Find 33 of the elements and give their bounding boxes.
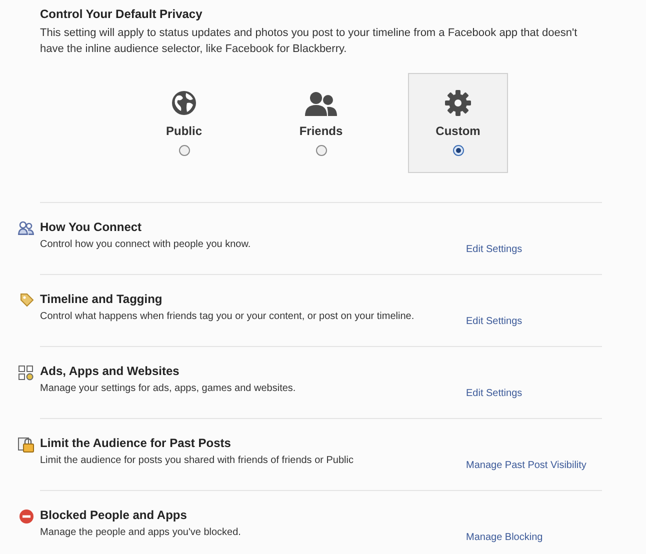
audience-option[interactable]: Public bbox=[134, 73, 234, 173]
section-heading: Timeline and Tagging bbox=[40, 292, 164, 307]
people-icon bbox=[305, 90, 337, 116]
settings-link[interactable]: Edit Settings bbox=[466, 316, 522, 327]
people-icon bbox=[18, 221, 34, 235]
option-label: Friends bbox=[299, 123, 343, 140]
radio-button[interactable] bbox=[316, 145, 326, 156]
audience-option[interactable]: Custom bbox=[408, 73, 508, 173]
tag-icon bbox=[20, 293, 34, 307]
section-heading: Ads, Apps and Websites bbox=[40, 364, 180, 379]
option-label: Public bbox=[166, 123, 202, 140]
radio-button[interactable] bbox=[178, 145, 190, 156]
section-title: Control Your Default Privacy bbox=[40, 7, 204, 22]
section-description: Control what happens when friends tag you or your content, or post on your timeline. bbox=[40, 310, 416, 323]
settings-link[interactable]: Edit Settings bbox=[466, 388, 522, 399]
audience-option[interactable]: Friends bbox=[271, 73, 371, 173]
blocked-icon bbox=[19, 509, 34, 524]
section-description: Control how you connect with people you know. bbox=[40, 238, 252, 251]
globe-icon bbox=[171, 90, 197, 116]
settings-link[interactable]: Edit Settings bbox=[466, 244, 522, 255]
section-heading: Limit the Audience for Past Posts bbox=[40, 436, 232, 451]
section-description: Limit the audience for posts you shared with friends of friends or Public bbox=[40, 454, 354, 467]
radio-button[interactable] bbox=[452, 145, 464, 156]
option-label: Custom bbox=[436, 123, 480, 140]
apps-icon bbox=[18, 365, 34, 381]
lock-icon bbox=[18, 437, 34, 453]
section-description: Manage the people and apps you've blocked. bbox=[40, 526, 242, 539]
section-description: Manage your settings for ads, apps, games and websites. bbox=[40, 382, 297, 395]
section-heading: How You Connect bbox=[40, 220, 143, 235]
settings-link[interactable]: Manage Blocking bbox=[466, 532, 543, 543]
description-text: This setting will apply to status updates and photos you post to your timeline from a Facebook app that doesn't have the inline audience selector, like Facebook for Blackberry. bbox=[40, 26, 578, 57]
settings-link[interactable]: Manage Past Post Visibility bbox=[466, 460, 586, 471]
section-heading: Blocked People and Apps bbox=[40, 508, 188, 523]
